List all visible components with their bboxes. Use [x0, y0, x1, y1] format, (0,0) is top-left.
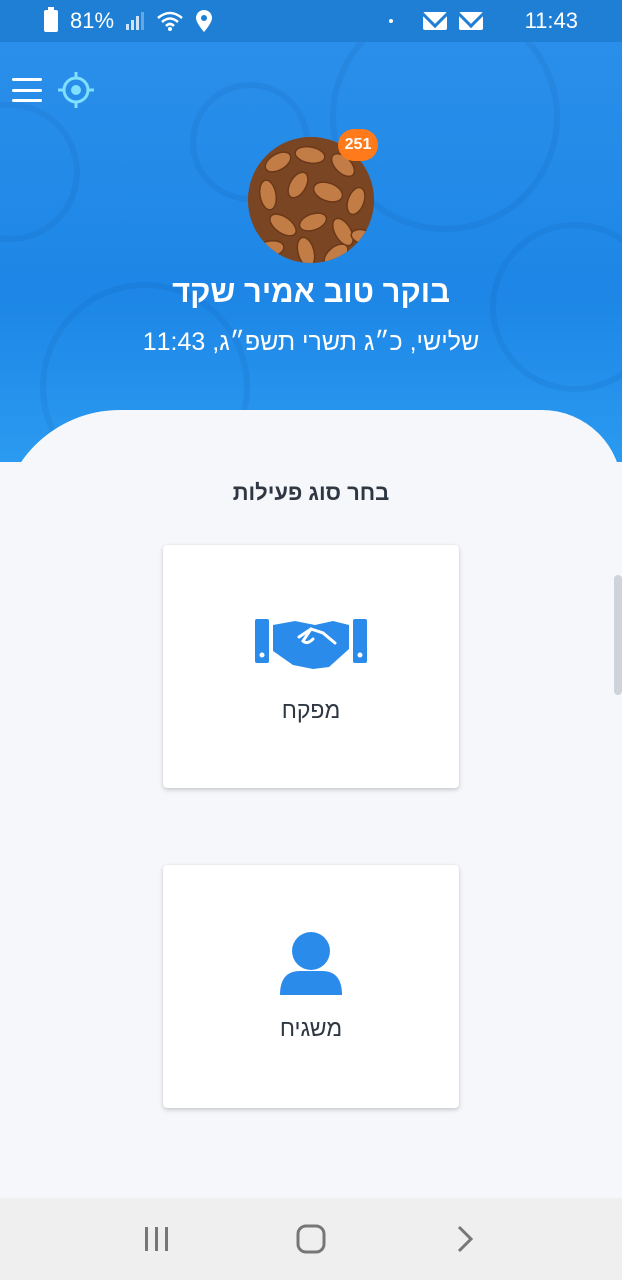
- status-left: 81%: [44, 7, 213, 34]
- battery-level: 81%: [70, 8, 115, 33]
- notification-badge: 251: [338, 129, 378, 161]
- date-line: שלישי, כ״ג תשרי תשפ״ג, 11:43: [142, 328, 480, 356]
- status-right: 11:43: [388, 8, 578, 34]
- wifi-icon: [157, 11, 183, 31]
- background-watermark: [0, 102, 80, 242]
- recent-apps-icon[interactable]: [127, 1209, 187, 1269]
- mail-icon: [458, 12, 483, 30]
- system-nav-bar: [0, 1198, 622, 1280]
- clock: 11:43: [524, 8, 578, 33]
- notification-dot-icon: [388, 19, 393, 23]
- signal-icon: [126, 12, 145, 30]
- status-bar: 81% 11:43: [0, 0, 622, 42]
- profile-header: 251 בוקר טוב אמיר שקד שלישי, כ״ג תשרי תש…: [0, 42, 622, 462]
- home-icon[interactable]: [281, 1209, 341, 1269]
- greeting-title: בוקר טוב אמיר שקד: [172, 274, 450, 309]
- section-title: בחר סוג פעילות: [232, 480, 390, 505]
- inspector-card[interactable]: מפקח: [163, 545, 459, 788]
- menu-icon[interactable]: [12, 78, 42, 102]
- battery-icon: [44, 7, 58, 32]
- card-label: מפקח: [281, 697, 341, 723]
- handshake-icon: [163, 615, 459, 671]
- back-icon[interactable]: [435, 1209, 495, 1269]
- card-label: משגיח: [279, 1015, 343, 1041]
- supervisor-card[interactable]: משגיח: [163, 865, 459, 1108]
- scrollbar[interactable]: [614, 575, 622, 695]
- user-icon: [163, 931, 459, 997]
- avatar[interactable]: 251: [248, 129, 378, 263]
- location-icon: [196, 10, 213, 32]
- mail-icon: [422, 12, 447, 30]
- crosshair-icon[interactable]: [58, 72, 94, 108]
